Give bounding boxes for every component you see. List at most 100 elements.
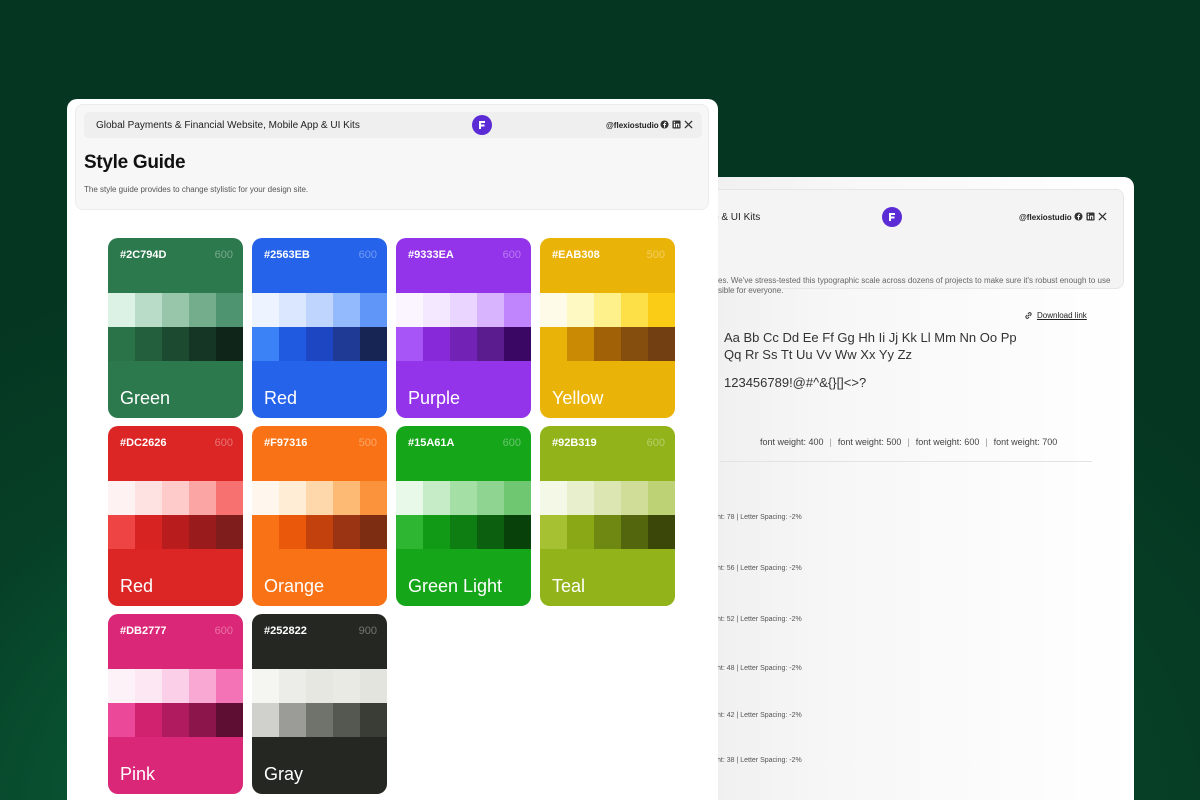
shade-swatch[interactable] <box>279 327 306 361</box>
shade-swatch[interactable] <box>423 515 450 549</box>
shade-swatch[interactable] <box>450 293 477 327</box>
shade-swatch[interactable] <box>189 293 216 327</box>
shade-swatch[interactable] <box>450 327 477 361</box>
shade-swatch[interactable] <box>216 515 243 549</box>
shade-swatch[interactable] <box>108 293 135 327</box>
shade-swatch[interactable] <box>477 327 504 361</box>
shade-swatch[interactable] <box>423 293 450 327</box>
shade-swatch[interactable] <box>252 515 279 549</box>
shade-swatch[interactable] <box>540 515 567 549</box>
color-card-orange[interactable]: #F97316 500 Orange <box>252 426 387 606</box>
shade-swatch[interactable] <box>396 481 423 515</box>
shade-swatch[interactable] <box>216 327 243 361</box>
shade-swatch[interactable] <box>108 703 135 737</box>
shade-swatch[interactable] <box>504 293 531 327</box>
shade-swatch[interactable] <box>135 703 162 737</box>
shade-swatch[interactable] <box>135 515 162 549</box>
linkedin-icon[interactable] <box>672 120 681 129</box>
facebook-icon[interactable] <box>660 120 669 129</box>
shade-swatch[interactable] <box>279 293 306 327</box>
flexio-logo-icon[interactable] <box>472 115 492 135</box>
facebook-icon[interactable] <box>1074 212 1083 221</box>
shade-swatch[interactable] <box>333 703 360 737</box>
shade-swatch[interactable] <box>540 327 567 361</box>
shade-swatch[interactable] <box>360 293 387 327</box>
color-card-green-light[interactable]: #15A61A 600 Green Light <box>396 426 531 606</box>
shade-swatch[interactable] <box>567 515 594 549</box>
shade-swatch[interactable] <box>162 703 189 737</box>
shade-swatch[interactable] <box>477 293 504 327</box>
color-card-gray[interactable]: #252822 900 Gray <box>252 614 387 794</box>
shade-swatch[interactable] <box>189 327 216 361</box>
shade-swatch[interactable] <box>252 703 279 737</box>
studio-handle[interactable]: @flexiostudio <box>1019 213 1072 222</box>
shade-swatch[interactable] <box>108 669 135 703</box>
shade-swatch[interactable] <box>621 481 648 515</box>
shade-swatch[interactable] <box>189 481 216 515</box>
shade-swatch[interactable] <box>135 481 162 515</box>
shade-swatch[interactable] <box>648 481 675 515</box>
shade-swatch[interactable] <box>333 293 360 327</box>
shade-swatch[interactable] <box>567 481 594 515</box>
shade-swatch[interactable] <box>306 669 333 703</box>
shade-swatch[interactable] <box>396 515 423 549</box>
shade-swatch[interactable] <box>189 669 216 703</box>
shade-swatch[interactable] <box>621 327 648 361</box>
shade-swatch[interactable] <box>594 293 621 327</box>
shade-swatch[interactable] <box>279 515 306 549</box>
shade-swatch[interactable] <box>423 327 450 361</box>
shade-swatch[interactable] <box>252 327 279 361</box>
shade-swatch[interactable] <box>360 703 387 737</box>
shade-swatch[interactable] <box>567 327 594 361</box>
shade-swatch[interactable] <box>360 669 387 703</box>
shade-swatch[interactable] <box>306 293 333 327</box>
shade-swatch[interactable] <box>477 481 504 515</box>
shade-swatch[interactable] <box>108 515 135 549</box>
color-card-green[interactable]: #2C794D 600 Green <box>108 238 243 418</box>
shade-swatch[interactable] <box>504 481 531 515</box>
studio-handle[interactable]: @flexiostudio <box>606 121 659 130</box>
shade-swatch[interactable] <box>621 515 648 549</box>
shade-swatch[interactable] <box>594 481 621 515</box>
shade-swatch[interactable] <box>216 293 243 327</box>
download-link[interactable]: Download link <box>1024 311 1087 320</box>
shade-swatch[interactable] <box>135 293 162 327</box>
color-card-purple[interactable]: #9333EA 600 Purple <box>396 238 531 418</box>
shade-swatch[interactable] <box>279 481 306 515</box>
color-card-red[interactable]: #DC2626 600 Red <box>108 426 243 606</box>
shade-swatch[interactable] <box>252 293 279 327</box>
shade-swatch[interactable] <box>306 703 333 737</box>
shade-swatch[interactable] <box>450 481 477 515</box>
shade-swatch[interactable] <box>135 669 162 703</box>
linkedin-icon[interactable] <box>1086 212 1095 221</box>
shade-swatch[interactable] <box>216 703 243 737</box>
shade-swatch[interactable] <box>279 669 306 703</box>
shade-swatch[interactable] <box>333 481 360 515</box>
shade-swatch[interactable] <box>216 481 243 515</box>
shade-swatch[interactable] <box>360 481 387 515</box>
shade-swatch[interactable] <box>189 515 216 549</box>
shade-swatch[interactable] <box>594 515 621 549</box>
shade-swatch[interactable] <box>162 327 189 361</box>
shade-swatch[interactable] <box>162 515 189 549</box>
shade-swatch[interactable] <box>450 515 477 549</box>
shade-swatch[interactable] <box>306 327 333 361</box>
color-card-pink[interactable]: #DB2777 600 Pink <box>108 614 243 794</box>
shade-swatch[interactable] <box>648 515 675 549</box>
shade-swatch[interactable] <box>396 293 423 327</box>
shade-swatch[interactable] <box>306 481 333 515</box>
shade-swatch[interactable] <box>252 481 279 515</box>
shade-swatch[interactable] <box>333 515 360 549</box>
shade-swatch[interactable] <box>621 293 648 327</box>
shade-swatch[interactable] <box>108 481 135 515</box>
x-icon[interactable] <box>684 120 693 129</box>
shade-swatch[interactable] <box>423 481 450 515</box>
color-card-yellow[interactable]: #EAB308 500 Yellow <box>540 238 675 418</box>
shade-swatch[interactable] <box>360 515 387 549</box>
shade-swatch[interactable] <box>504 327 531 361</box>
shade-swatch[interactable] <box>108 327 135 361</box>
shade-swatch[interactable] <box>279 703 306 737</box>
color-card-red[interactable]: #2563EB 600 Red <box>252 238 387 418</box>
shade-swatch[interactable] <box>252 669 279 703</box>
shade-swatch[interactable] <box>135 327 162 361</box>
